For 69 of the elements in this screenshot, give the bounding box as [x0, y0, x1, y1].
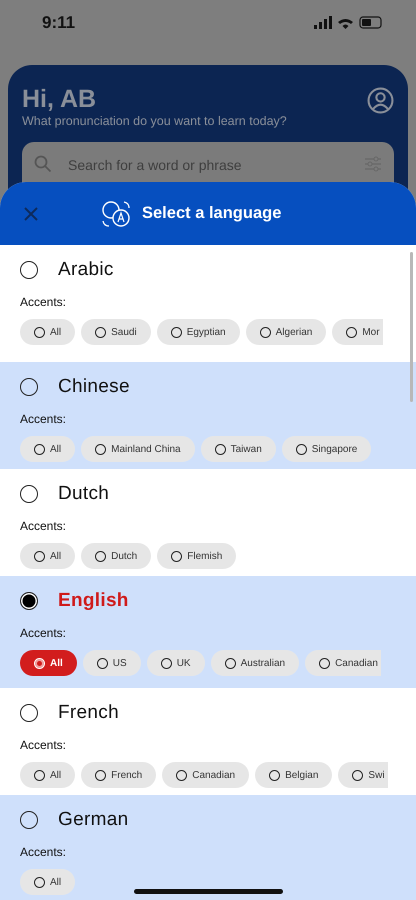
accent-chip[interactable]: All [20, 319, 76, 345]
radio-icon [269, 770, 280, 780]
accent-chip[interactable]: Belgian [255, 762, 332, 788]
accents-label: Accents: [20, 845, 68, 859]
battery-icon [359, 16, 382, 29]
radio-icon [34, 876, 45, 888]
accent-chip[interactable]: Mainland China [81, 436, 195, 462]
radio-icon [296, 444, 307, 454]
accent-chip[interactable]: Flemish [157, 543, 236, 569]
radio-icon [34, 326, 45, 338]
accent-chip[interactable]: Taiwan [200, 436, 276, 462]
language-option[interactable]: English [20, 590, 129, 612]
radio-icon [95, 550, 106, 562]
radio-icon [34, 444, 45, 454]
accents-label: Accents: [20, 295, 68, 309]
signal-icon [314, 16, 332, 29]
accent-chip[interactable]: Mor [332, 319, 383, 345]
radio-icon [319, 658, 330, 668]
accent-chip[interactable]: Swi [338, 762, 388, 788]
accent-chip[interactable]: Singapore [282, 436, 372, 462]
radio-icon [346, 326, 358, 338]
accent-chip[interactable]: Saudi [81, 319, 151, 345]
accent-chip[interactable]: All [20, 869, 76, 895]
radio-icon [95, 770, 106, 780]
radio-icon [160, 658, 172, 668]
language-option[interactable]: German [20, 809, 128, 831]
radio-icon [170, 326, 182, 338]
language-option[interactable]: Chinese [20, 376, 130, 398]
accent-chip[interactable]: Algerian [246, 319, 326, 345]
radio-icon [352, 770, 364, 780]
radio-icon [96, 658, 108, 668]
language-option[interactable]: French [20, 702, 119, 724]
wifi-icon [338, 16, 353, 28]
accent-chip[interactable]: All [20, 650, 77, 676]
close-button[interactable] [22, 204, 40, 222]
accent-chip[interactable]: Australian [210, 650, 300, 676]
accents-label: Accents: [20, 519, 68, 533]
radio-icon [224, 658, 236, 668]
sheet-title: Select a language [142, 204, 282, 223]
radio-icon [34, 770, 45, 780]
language-option[interactable]: Arabic [20, 259, 114, 281]
accent-chip[interactable]: Canadian [305, 650, 381, 676]
translate-icon [100, 198, 132, 228]
radio-icon [34, 658, 45, 668]
search-icon [34, 155, 52, 173]
accents-label: Accents: [20, 412, 68, 426]
accents-label: Accents: [20, 738, 68, 752]
radio-icon [95, 326, 106, 338]
radio-icon [214, 444, 226, 454]
accent-chip[interactable]: All [20, 543, 76, 569]
greeting: Hi, AB [22, 85, 98, 114]
accents-label: Accents: [20, 626, 68, 640]
accent-chip[interactable]: Dutch [81, 543, 152, 569]
accent-chip[interactable]: Egyptian [156, 319, 240, 345]
language-option[interactable]: Dutch [20, 483, 110, 505]
radio-icon [95, 444, 106, 454]
radio-icon [171, 550, 182, 562]
radio-icon [260, 326, 271, 338]
accent-chip[interactable]: Canadian [162, 762, 250, 788]
radio-icon [34, 550, 45, 562]
accent-chip[interactable]: All [20, 762, 76, 788]
accent-chip[interactable]: French [81, 762, 156, 788]
profile-icon[interactable] [367, 87, 394, 114]
accent-chip[interactable]: All [20, 436, 76, 462]
status-time: 9:11 [42, 12, 76, 32]
accent-chip[interactable]: UK [146, 650, 205, 676]
radio-icon [176, 770, 188, 780]
accent-chip[interactable]: US [82, 650, 141, 676]
subtitle: What pronunciation do you want to learn today? [22, 114, 287, 128]
